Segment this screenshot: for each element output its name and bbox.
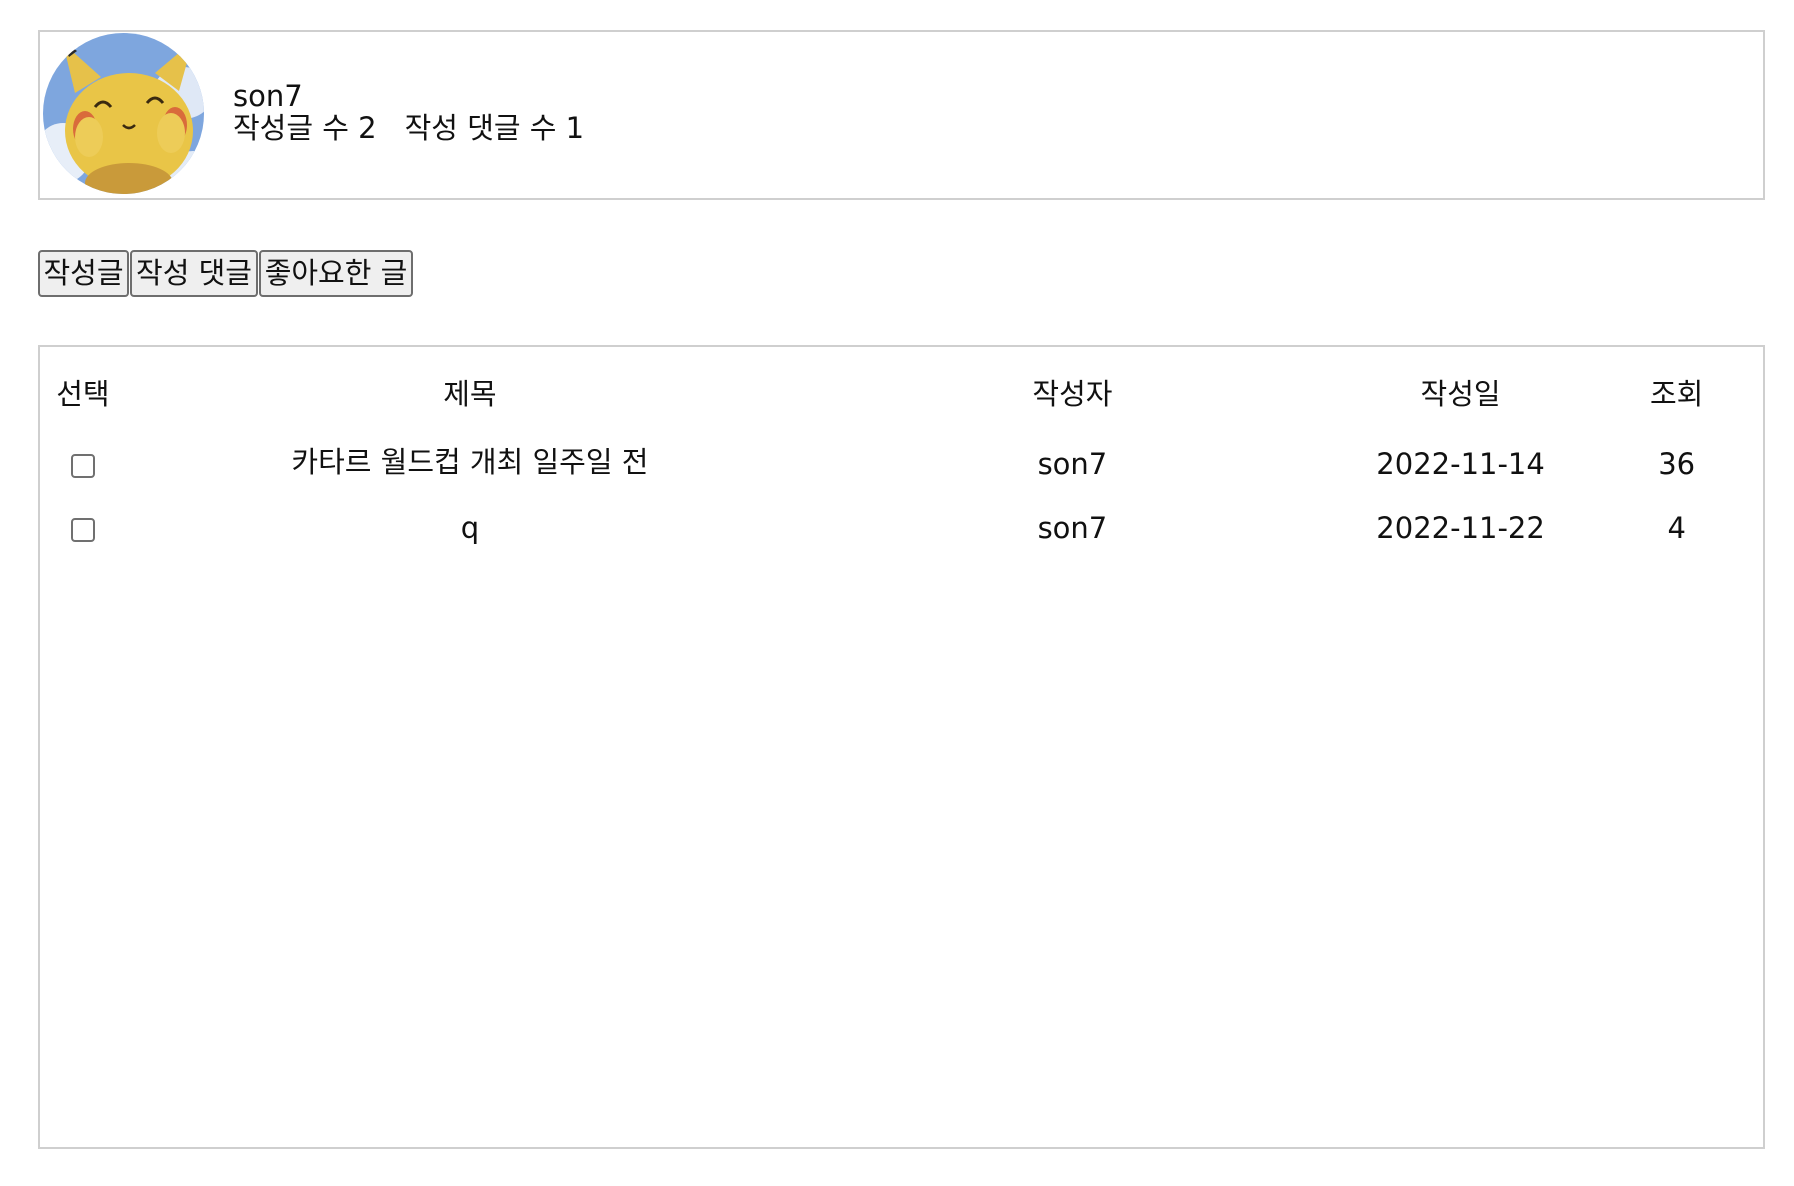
header-title: 제목 [443, 377, 497, 411]
header-views: 조회 [1649, 377, 1704, 411]
row-select-cell [40, 415, 126, 495]
profile-stats: 작성글 수 2 작성 댓글 수 1 [233, 112, 584, 144]
post-table: 선택 제목 작성자 작성일 조회 카타르 월드컵 개최 일주일 전 son7 2… [40, 369, 1763, 561]
avatar [43, 33, 204, 194]
header-author: 작성자 [1032, 377, 1113, 411]
table-header-row: 선택 제목 작성자 작성일 조회 [40, 369, 1763, 415]
username: son7 [233, 79, 303, 113]
tab-written-comments[interactable]: 작성 댓글 [130, 250, 258, 297]
post-views: 4 [1667, 511, 1686, 545]
tab-written-posts[interactable]: 작성글 [38, 250, 129, 297]
row-select-cell [40, 495, 126, 561]
header-select: 선택 [56, 377, 110, 411]
header-date: 작성일 [1420, 377, 1501, 411]
post-author: son7 [1037, 447, 1108, 481]
post-title-link[interactable]: 카타르 월드컵 개최 일주일 전 [126, 415, 814, 495]
profile-info: son7 작성글 수 2 작성 댓글 수 1 [233, 80, 584, 144]
post-count: 작성글 수 2 [233, 111, 377, 145]
pikachu-avatar-icon [43, 33, 204, 194]
post-author: son7 [1037, 511, 1108, 545]
post-list-panel: 선택 제목 작성자 작성일 조회 카타르 월드컵 개최 일주일 전 son7 2… [38, 345, 1765, 1149]
post-title-link[interactable]: q [126, 495, 814, 561]
row-checkbox[interactable] [70, 518, 95, 542]
comment-count: 작성 댓글 수 1 [404, 111, 585, 145]
post-views: 36 [1658, 447, 1696, 481]
profile-card: son7 작성글 수 2 작성 댓글 수 1 [38, 30, 1765, 200]
table-row[interactable]: q son7 2022-11-22 4 [40, 495, 1763, 561]
tab-bar: 작성글 작성 댓글 좋아요한 글 [38, 250, 413, 297]
row-checkbox[interactable] [70, 454, 95, 478]
post-date: 2022-11-22 [1376, 511, 1545, 545]
tab-liked-posts[interactable]: 좋아요한 글 [259, 250, 413, 297]
post-date: 2022-11-14 [1376, 447, 1545, 481]
table-row[interactable]: 카타르 월드컵 개최 일주일 전 son7 2022-11-14 36 [40, 415, 1763, 495]
